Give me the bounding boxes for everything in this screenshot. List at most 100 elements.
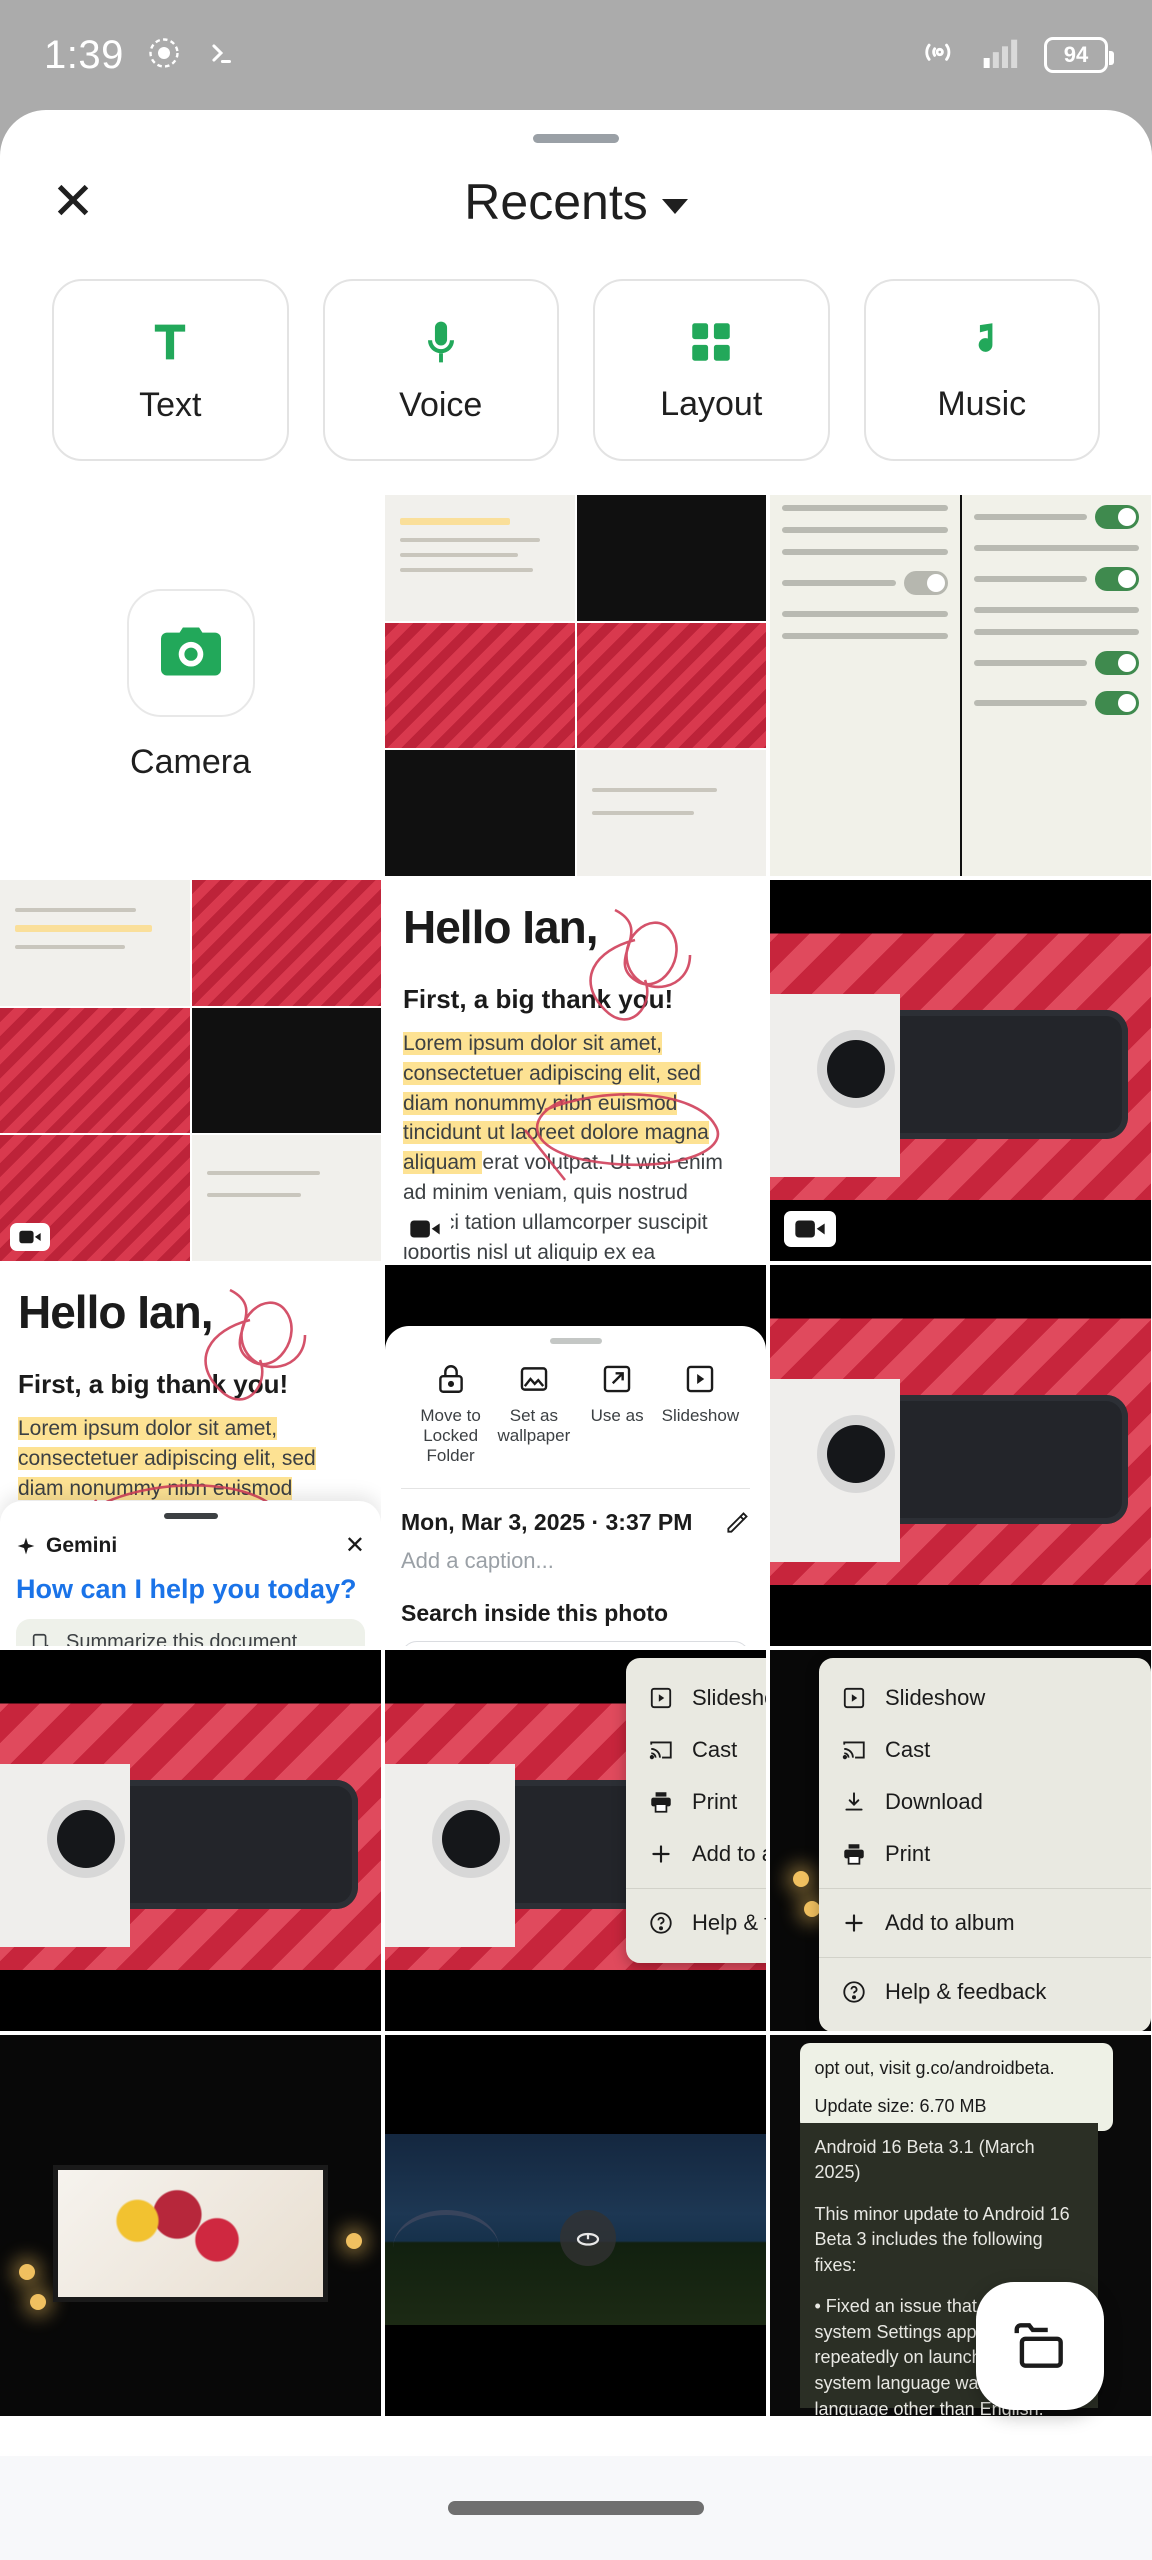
chevron-down-icon xyxy=(661,198,688,214)
open-external-icon xyxy=(603,1365,631,1393)
lock-icon xyxy=(438,1365,463,1393)
thumbnail-document[interactable]: Hello Ian, First, a big thank you! Lorem… xyxy=(385,880,766,1261)
menu-item-print[interactable]: Print xyxy=(626,1776,766,1828)
record-indicator-icon xyxy=(146,35,182,76)
menu-item-download[interactable]: Download xyxy=(819,1776,1151,1828)
menu-item-help-feedback[interactable]: Help & feedback xyxy=(626,1897,766,1949)
printer-icon xyxy=(844,1844,864,1865)
menu-item-help-feedback[interactable]: Help & feedback xyxy=(819,1966,1151,2018)
help-circle-icon xyxy=(843,1981,865,2003)
thumbnail-document-gemini[interactable]: Hello Ian, First, a big thank you! Lorem… xyxy=(0,1265,381,1646)
search-inside-heading: Search inside this photo xyxy=(401,1600,669,1627)
menu-item-label: Slideshow xyxy=(885,1685,986,1710)
video-badge xyxy=(399,1211,451,1247)
nested-screenshot-art xyxy=(0,880,381,1261)
photo-info-sheet: Move to Locked Folder Set as wallpaper U… xyxy=(385,1325,766,1646)
thumbnail-settings-screenshot[interactable] xyxy=(770,495,1151,876)
beta-update-size: Update size: 6.70 MB xyxy=(814,2095,987,2116)
menu-item-label: Help & feedback xyxy=(692,1910,766,1935)
thumbnail-panorama[interactable] xyxy=(385,2035,766,2416)
document-heading: Hello Ian, xyxy=(403,901,598,953)
menu-item-print[interactable]: Print xyxy=(819,1828,1151,1880)
text-icon xyxy=(144,316,196,368)
battery-icon: 94 xyxy=(1044,37,1114,73)
menu-item-label: Cast xyxy=(885,1737,931,1762)
chip-music[interactable]: Music xyxy=(863,279,1100,461)
wallpaper-icon xyxy=(520,1367,548,1391)
close-button[interactable]: ✕ xyxy=(40,169,106,235)
google-lens-card[interactable]: Select text in image Google Lens xyxy=(401,1641,750,1646)
pencil-icon[interactable] xyxy=(724,1510,750,1536)
cast-icon xyxy=(922,34,960,77)
thumbnail-phone-photo[interactable] xyxy=(770,880,1151,1261)
media-grid: Camera Hello Ian, First, a big thank you… xyxy=(0,495,1152,2416)
menu-item-cast[interactable]: Cast xyxy=(819,1724,1151,1776)
help-circle-icon xyxy=(650,1912,672,1934)
microphone-icon xyxy=(415,316,467,368)
gemini-close-button[interactable]: ✕ xyxy=(345,1531,365,1560)
music-note-icon xyxy=(957,317,1007,367)
action-slideshow[interactable]: Slideshow xyxy=(659,1362,742,1466)
status-bar-right: 94 xyxy=(922,34,1114,77)
gemini-drag-handle[interactable] xyxy=(163,1513,218,1520)
grid-row: Hello Ian, First, a big thank you! Lorem… xyxy=(0,880,1152,1261)
menu-item-add-to-album[interactable]: Add to album xyxy=(626,1828,766,1880)
document-art: Hello Ian, First, a big thank you! Lorem… xyxy=(385,880,766,1261)
browse-files-fab[interactable] xyxy=(976,2282,1104,2410)
plus-icon xyxy=(652,1845,670,1863)
play-box-icon xyxy=(687,1365,714,1393)
phone-photo-art xyxy=(770,1265,1151,1646)
divider xyxy=(401,1488,750,1490)
thumbnail-phone-photo[interactable] xyxy=(0,1650,381,2031)
menu-item-label: Download xyxy=(885,1789,983,1814)
play-box-icon xyxy=(650,1687,672,1709)
menu-item-cast[interactable]: Cast xyxy=(626,1724,766,1776)
collage-art xyxy=(385,495,766,876)
action-set-as-wallpaper[interactable]: Set as wallpaper xyxy=(492,1362,575,1466)
thumbnail-phone-photo-with-menu[interactable]: Slideshow Cast Print Add to album xyxy=(385,1650,766,2031)
cast-icon xyxy=(649,1741,672,1760)
menu-item-label: Cast xyxy=(692,1737,738,1762)
caption-input[interactable]: Add a caption... xyxy=(401,1548,750,1574)
download-icon xyxy=(845,1792,863,1811)
menu-item-label: Slideshow xyxy=(692,1685,766,1710)
action-label: Slideshow xyxy=(661,1405,740,1425)
context-menu-right[interactable]: Slideshow Cast Download Print Add to alb… xyxy=(819,1658,1151,2031)
menu-item-slideshow[interactable]: Slideshow xyxy=(626,1672,766,1724)
menu-item-label: Add to album xyxy=(885,1910,1015,1935)
thumbnail-photo-info[interactable]: Move to Locked Folder Set as wallpaper U… xyxy=(385,1265,766,1646)
chip-layout[interactable]: Layout xyxy=(593,279,830,461)
chip-voice[interactable]: Voice xyxy=(322,279,559,461)
folder-copy-icon xyxy=(1014,2323,1063,2368)
picker-header: ✕ Recents xyxy=(0,143,1152,261)
menu-item-label: Add to album xyxy=(692,1841,766,1866)
thumbnail-stage-photo[interactable] xyxy=(0,2035,381,2416)
gemini-suggestion[interactable]: Summarize this document xyxy=(16,1619,365,1646)
source-selector[interactable]: Recents xyxy=(464,173,688,231)
camera-icon xyxy=(126,589,255,717)
cast-icon xyxy=(842,1741,865,1760)
camera-tile[interactable]: Camera xyxy=(0,495,381,876)
sparkle-icon xyxy=(17,1537,35,1555)
thumbnail-nested-screenshot[interactable] xyxy=(0,880,381,1261)
beta-intro: This minor update to Android 16 Beta 3 i… xyxy=(814,2203,1070,2275)
chip-voice-label: Voice xyxy=(399,385,483,424)
beta-opt-out: opt out, visit g.co/androidbeta. xyxy=(814,2057,1055,2078)
thumbnail-phone-photo[interactable] xyxy=(770,1265,1151,1646)
signal-bars-icon xyxy=(982,36,1022,75)
gesture-pill[interactable] xyxy=(448,2501,704,2515)
menu-item-slideshow[interactable]: Slideshow xyxy=(819,1672,1151,1724)
thumbnail-stage-with-menu[interactable]: Slideshow Cast Download Print Add to alb… xyxy=(770,1650,1151,2031)
play-box-icon xyxy=(843,1687,865,1709)
chip-text[interactable]: Text xyxy=(52,279,289,461)
info-sheet-drag-handle[interactable] xyxy=(549,1337,602,1344)
action-use-as[interactable]: Use as xyxy=(576,1362,659,1466)
context-menu-left[interactable]: Slideshow Cast Print Add to album xyxy=(626,1658,766,1963)
sheet-drag-handle[interactable] xyxy=(533,134,619,143)
stage-photo-art xyxy=(0,2035,381,2416)
battery-percent-label: 94 xyxy=(1063,42,1089,67)
menu-item-add-to-album[interactable]: Add to album xyxy=(819,1897,1151,1949)
status-bar-left: 1:39 xyxy=(44,33,238,78)
action-move-to-locked-folder[interactable]: Move to Locked Folder xyxy=(409,1362,492,1466)
thumbnail-collage[interactable] xyxy=(385,495,766,876)
